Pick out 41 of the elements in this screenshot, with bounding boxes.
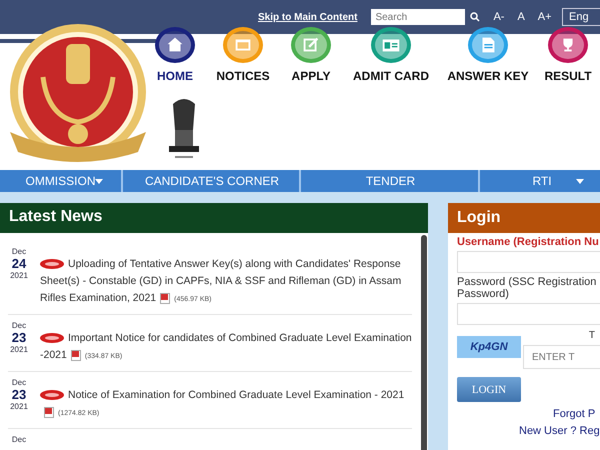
news-year: 2021 [10,271,28,280]
skip-link[interactable]: Skip to Main Content [258,12,358,22]
news-month: Dec [12,435,26,444]
news-year: 2021 [10,345,28,354]
font-size-link[interactable]: A [517,11,525,23]
news-day: 24 [12,256,26,271]
caret-icon [576,179,584,184]
username-field[interactable] [457,251,600,273]
language-select[interactable]: Eng [562,8,600,26]
search-icon[interactable] [470,12,480,22]
password-label: Password (SSC Registration Password) [457,276,598,300]
news-month: Dec [12,247,26,256]
captcha-label: T [588,330,595,341]
quick-link[interactable]: NOTICES [210,27,276,83]
pdf-icon[interactable] [160,292,170,304]
news-month: Dec [12,321,26,330]
login-button[interactable]: LOGIN [457,377,521,402]
caret-icon [95,179,103,184]
news-day: 23 [12,330,26,345]
register-link[interactable]: New User ? Regi [519,425,600,437]
captcha-field[interactable]: ENTER T [523,345,600,369]
password-field[interactable] [457,303,600,325]
quick-link[interactable]: RESULT [540,27,596,83]
news-year: 2021 [10,402,28,411]
scrollbar[interactable] [421,235,427,450]
pdf-icon[interactable] [70,350,81,361]
username-label: Username (Registration Nu [457,236,600,248]
quick-link[interactable]: APPLY [276,27,346,83]
quick-link[interactable]: ANSWER KEY [436,27,540,83]
pdf-icon[interactable] [44,406,54,418]
news-day: 23 [12,387,26,402]
captcha-image: Kp4GN [457,336,521,358]
font-size-link[interactable]: A- [493,11,504,23]
forgot-link[interactable]: Forgot P [553,408,596,420]
panel-header: Login [448,203,600,233]
panel-header: Latest News [0,203,428,233]
quick-link[interactable]: HOME [140,27,210,83]
search-field[interactable]: Search [371,9,466,25]
quick-link[interactable]: ADMIT CARD [346,27,436,83]
font-size-link[interactable]: A+ [538,11,552,23]
news-month: Dec [12,378,26,387]
